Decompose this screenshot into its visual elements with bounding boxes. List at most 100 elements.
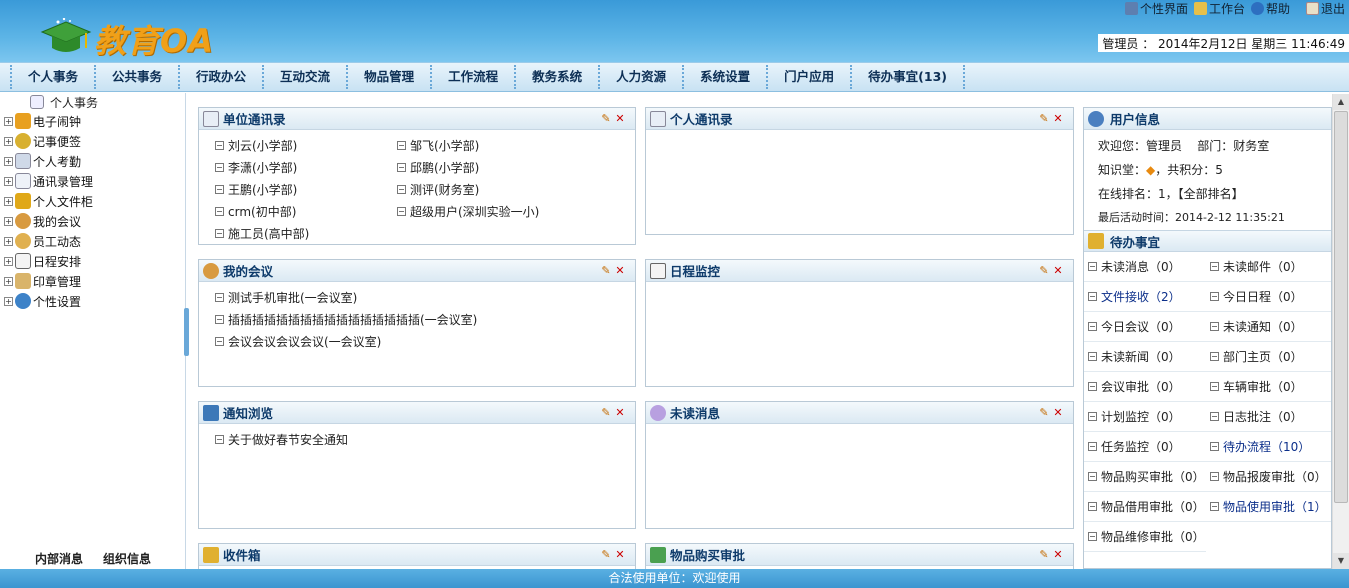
menu-todo[interactable]: 待办事宜(13) [850,65,965,89]
edit-icon[interactable]: ✎ [599,548,613,561]
expand-icon[interactable]: + [4,156,13,166]
list-item[interactable]: 邹飞(小学部) [397,134,597,156]
list-item[interactable]: 邱鹏(小学部) [397,156,597,178]
sidebar-item-alarm[interactable]: + 电子闹钟 [0,111,185,131]
tab-org-info[interactable]: 组织信息 [103,550,151,567]
expand-icon[interactable]: + [4,256,13,266]
todo-item[interactable]: 任务监控（0） [1084,432,1206,462]
menu-personal[interactable]: 个人事务 [10,65,94,89]
todo-item[interactable]: 未读新闻（0） [1084,342,1206,372]
menu-interaction[interactable]: 互动交流 [262,65,346,89]
edit-icon[interactable]: ✎ [1037,548,1051,561]
schedule-icon [650,262,666,279]
edit-icon[interactable]: ✎ [599,406,613,419]
scroll-up-icon[interactable]: ▲ [1333,94,1349,110]
todo-item[interactable]: 物品借用审批（0） [1084,492,1206,522]
todo-item[interactable]: 物品使用审批（1） [1206,492,1331,522]
todo-item[interactable]: 日志批注（0） [1206,402,1331,432]
close-icon[interactable]: ✕ [613,112,627,125]
workbench-link[interactable]: 工作台 [1193,0,1245,16]
expand-icon[interactable]: + [4,176,13,186]
menu-workflow[interactable]: 工作流程 [430,65,514,89]
todo-item[interactable]: 物品维修审批（0） [1084,522,1206,552]
sidebar-item-addressbook[interactable]: + 通讯录管理 [0,171,185,191]
expand-icon[interactable]: + [4,276,13,286]
todo-item[interactable]: 今日日程（0） [1206,282,1331,312]
rank-row[interactable]: 在线排名：1，【全部排名】 [1098,182,1331,206]
list-item[interactable]: 测评(财务室) [397,178,597,200]
expand-icon[interactable]: + [4,216,13,226]
exit-link[interactable]: 退出 [1305,0,1345,16]
sidebar-item-schedule[interactable]: + 日程安排 [0,251,185,271]
portlet-title: 日程监控 [670,264,721,279]
sidebar-item-notes[interactable]: + 记事便签 [0,131,185,151]
todo-item[interactable]: 物品购买审批（0） [1084,462,1206,492]
sidebar-item-settings[interactable]: + 个性设置 [0,291,185,311]
list-item[interactable]: 王鹏(小学部) [215,178,397,200]
close-icon[interactable]: ✕ [1051,548,1065,561]
diamond-icon[interactable]: ◆ [1146,163,1155,177]
menu-hr[interactable]: 人力资源 [598,65,682,89]
sidebar-collapse-handle[interactable] [184,308,189,356]
todo-item[interactable]: 计划监控（0） [1084,402,1206,432]
portlet-title: 单位通讯录 [223,112,286,127]
close-icon[interactable]: ✕ [1051,112,1065,125]
list-item[interactable]: crm(初中部) [215,200,397,222]
todo-item[interactable]: 待办流程（10） [1206,432,1331,462]
todo-item[interactable]: 会议审批（0） [1084,372,1206,402]
todo-item[interactable]: 未读通知（0） [1206,312,1331,342]
sidebar-item-meeting[interactable]: + 我的会议 [0,211,185,231]
scroll-down-icon[interactable]: ▼ [1333,553,1349,569]
list-item[interactable]: 会议会议会议会议(一会议室) [215,330,635,352]
todo-item[interactable]: 物品报废审批（0） [1206,462,1331,492]
expand-icon[interactable]: + [4,236,13,246]
edit-icon[interactable]: ✎ [1037,264,1051,277]
expand-icon[interactable]: + [4,296,13,306]
todo-item[interactable]: 今日会议（0） [1084,312,1206,342]
tab-internal-messages[interactable]: 内部消息 [35,550,83,567]
todo-item[interactable]: 部门主页（0） [1206,342,1331,372]
edit-icon[interactable]: ✎ [599,112,613,125]
doc-icon [1088,472,1097,481]
menu-system[interactable]: 系统设置 [682,65,766,89]
todo-item[interactable]: 未读消息（0） [1084,252,1206,282]
menu-goods[interactable]: 物品管理 [346,65,430,89]
list-item[interactable]: 插插插插插插插插插插插插插插插插(一会议室) [215,308,635,330]
help-link[interactable]: 帮助 [1250,0,1290,16]
list-item[interactable]: 关于做好春节安全通知 [215,428,635,450]
scroll-thumb[interactable] [1334,111,1348,503]
expand-icon[interactable]: + [4,116,13,126]
edit-icon[interactable]: ✎ [1037,406,1051,419]
sidebar-item-attendance[interactable]: + 个人考勤 [0,151,185,171]
menu-admin[interactable]: 行政办公 [178,65,262,89]
doc-icon [1088,292,1097,301]
close-icon[interactable]: ✕ [1051,406,1065,419]
list-item[interactable]: 测试手机审批(一会议室) [215,286,635,308]
menu-public[interactable]: 公共事务 [94,65,178,89]
expand-icon[interactable]: + [4,136,13,146]
todo-item[interactable]: 车辆审批（0） [1206,372,1331,402]
personalize-link[interactable]: 个性界面 [1124,0,1188,16]
list-item[interactable]: 施工员(高中部) [215,222,397,244]
close-icon[interactable]: ✕ [613,406,627,419]
menu-academic[interactable]: 教务系统 [514,65,598,89]
vertical-scrollbar[interactable]: ▲ ▼ [1332,94,1349,569]
list-item[interactable]: 超级用户(深圳实验一小) [397,200,597,222]
todo-item[interactable]: 未读邮件（0） [1206,252,1331,282]
list-item[interactable]: 李潇(小学部) [215,156,397,178]
user-status-bar: 管理员 ： 2014年2月12日 星期三 11:46:49 [1098,34,1349,52]
sidebar-item-staff[interactable]: + 员工动态 [0,231,185,251]
close-icon[interactable]: ✕ [613,264,627,277]
edit-icon[interactable]: ✎ [1037,112,1051,125]
portlet-header: 单位通讯录 ✎ ✕ [199,108,635,130]
portlet-title: 我的会议 [223,264,274,279]
expand-icon[interactable]: + [4,196,13,206]
edit-icon[interactable]: ✎ [599,264,613,277]
menu-portal[interactable]: 门户应用 [766,65,850,89]
sidebar-item-seal[interactable]: + 印章管理 [0,271,185,291]
close-icon[interactable]: ✕ [1051,264,1065,277]
close-icon[interactable]: ✕ [613,548,627,561]
list-item[interactable]: 刘云(小学部) [215,134,397,156]
todo-item[interactable]: 文件接收（2） [1084,282,1206,312]
sidebar-item-cabinet[interactable]: + 个人文件柜 [0,191,185,211]
